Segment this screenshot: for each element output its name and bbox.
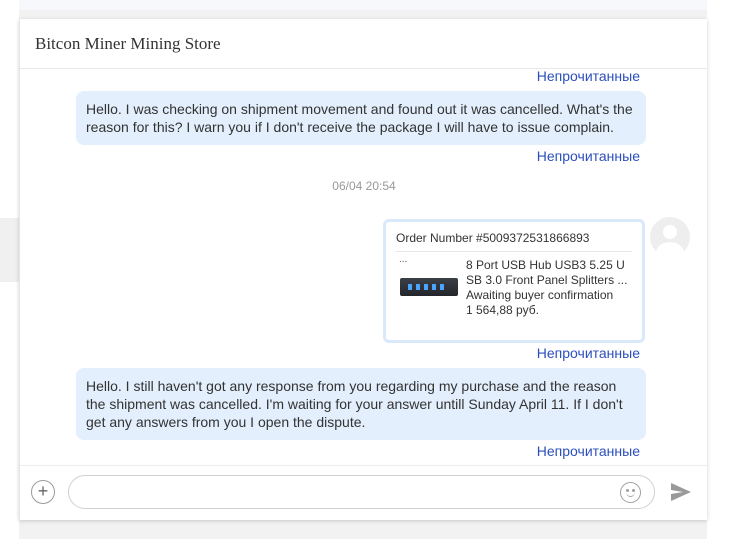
- order-number: Order Number #5009372531866893: [396, 231, 632, 252]
- product-title-line-2[interactable]: SB 3.0 Front Panel Splitters ...: [466, 273, 632, 288]
- avatar: [650, 217, 690, 257]
- chat-header: Bitcon Miner Mining Store: [20, 19, 707, 69]
- unread-status-4: Непрочитанные: [536, 443, 640, 459]
- message-text-2: Hello. I still haven't got any response …: [86, 378, 623, 430]
- thumbnail-caption: ...: [399, 254, 408, 265]
- usb-hub-image: [400, 278, 458, 296]
- plus-icon[interactable]: +: [31, 480, 55, 504]
- left-sidebar-selected-item[interactable]: [0, 218, 19, 282]
- product-title-line-1[interactable]: 8 Port USB Hub USB3 5.25 U: [466, 258, 632, 273]
- message-list[interactable]: Непрочитанные Hello. I was checking on s…: [20, 69, 707, 465]
- order-price: 1 564,88 руб.: [466, 303, 539, 317]
- order-info: 8 Port USB Hub USB3 5.25 U SB 3.0 Front …: [466, 258, 632, 318]
- message-bubble-1: Hello. I was checking on shipment moveme…: [76, 91, 646, 145]
- top-strip: [0, 0, 733, 10]
- composer-bar: +: [20, 465, 707, 520]
- message-bubble-2: Hello. I still haven't got any response …: [76, 368, 646, 440]
- send-icon[interactable]: [669, 481, 693, 503]
- order-card[interactable]: Order Number #5009372531866893 ... 8 Por…: [383, 219, 645, 343]
- unread-status-2: Непрочитанные: [536, 148, 640, 164]
- chat-title: Bitcon Miner Mining Store: [35, 33, 221, 53]
- smiley-icon[interactable]: [620, 482, 641, 503]
- right-page-edge: [707, 0, 733, 539]
- product-thumbnail[interactable]: ...: [396, 254, 466, 318]
- unread-status-1: Непрочитанные: [536, 69, 640, 84]
- unread-status-3: Непрочитанные: [536, 345, 640, 361]
- message-input[interactable]: [68, 475, 655, 509]
- order-status: Awaiting buyer confirmation: [466, 288, 614, 302]
- chat-panel: Bitcon Miner Mining Store Непрочитанные …: [19, 19, 707, 520]
- message-text-1: Hello. I was checking on shipment moveme…: [86, 101, 633, 135]
- order-body: ... 8 Port USB Hub USB3 5.25 U SB 3.0 Fr…: [396, 254, 632, 318]
- message-timestamp: 06/04 20:54: [332, 179, 396, 193]
